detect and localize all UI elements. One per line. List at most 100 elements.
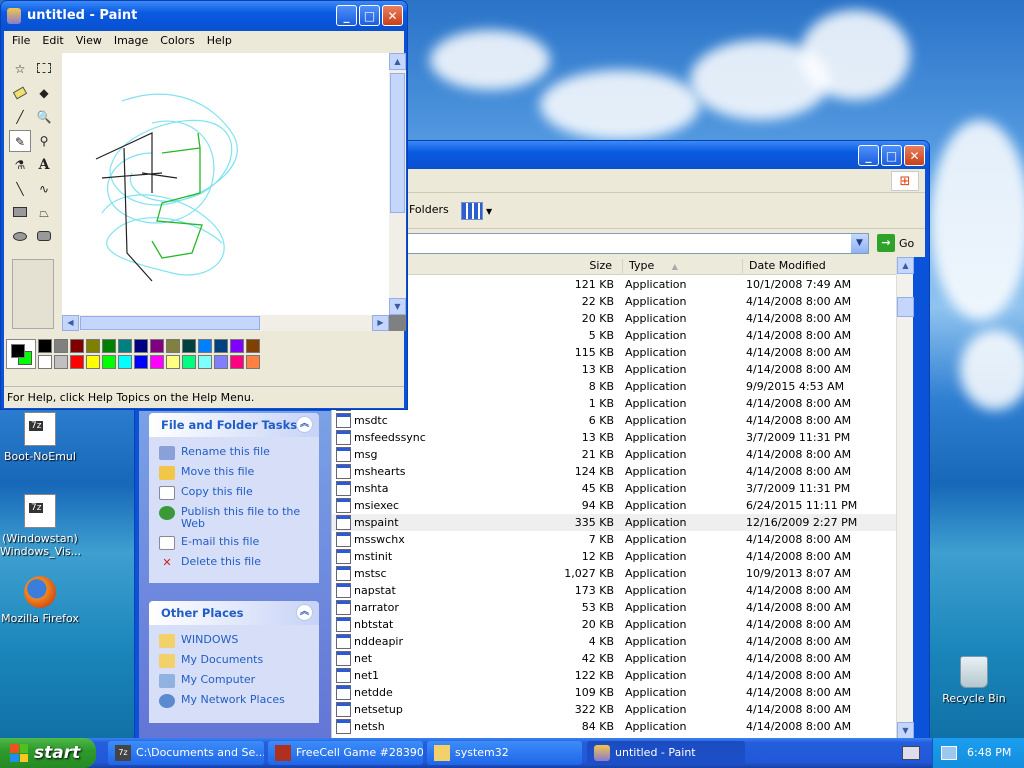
scroll-up-button[interactable]: ▲ — [389, 53, 406, 70]
color-swatch[interactable] — [198, 339, 212, 353]
color-swatch[interactable] — [198, 355, 212, 369]
color-swatch[interactable] — [214, 339, 228, 353]
column-date-modified[interactable]: Date Modified — [742, 259, 897, 273]
file-row[interactable]: 5 KB Application 4/14/2008 8:00 AM — [332, 327, 897, 344]
color-swatch[interactable] — [118, 339, 132, 353]
file-row[interactable]: 8 KB Application 9/9/2015 4:53 AM — [332, 378, 897, 395]
desktop-icon-recycle-bin[interactable]: Recycle Bin — [934, 656, 1014, 705]
tool-options-box[interactable] — [12, 259, 54, 329]
color-swatch[interactable] — [246, 339, 260, 353]
canvas-horizontal-scrollbar[interactable]: ◀ ▶ — [62, 315, 389, 331]
file-row[interactable]: mspaint 335 KB Application 12/16/2009 2:27 … — [332, 514, 897, 531]
file-row[interactable]: 121 KB Application 10/1/2008 7:49 AM — [332, 276, 897, 293]
file-row[interactable]: msfeedssync 13 KB Application 3/7/2009 11:3… — [332, 429, 897, 446]
scroll-right-button[interactable]: ▶ — [372, 315, 389, 331]
close-button[interactable]: ✕ — [382, 5, 403, 26]
column-size[interactable]: Size — [522, 259, 618, 273]
desktop-icon-windows-vista[interactable]: 7z (Windowstan) Windows_Vis... — [0, 494, 81, 558]
scroll-up-button[interactable]: ▲ — [897, 257, 914, 274]
file-row[interactable]: mstinit 12 KB Application 4/14/2008 8:00 AM — [332, 548, 897, 565]
maximize-button[interactable]: □ — [359, 5, 380, 26]
rectangle-tool-icon[interactable] — [9, 202, 31, 224]
airbrush-tool-icon[interactable]: ⚗ — [9, 154, 31, 176]
color-swatch[interactable] — [86, 355, 100, 369]
collapse-icon[interactable]: ︽ — [296, 416, 313, 433]
file-row[interactable]: netsh 84 KB Application 4/14/2008 8:00 AM — [332, 718, 897, 735]
task-rename[interactable]: Rename this file — [149, 443, 319, 463]
file-row[interactable]: napstat 173 KB Application 4/14/2008 8:00 A… — [332, 582, 897, 599]
canvas-vertical-scrollbar[interactable]: ▲ ▼ — [389, 53, 406, 315]
file-row[interactable]: narrator 53 KB Application 4/14/2008 8:00 A… — [332, 599, 897, 616]
network-tray-icon[interactable] — [941, 746, 957, 760]
file-row[interactable]: net 42 KB Application 4/14/2008 8:00 AM — [332, 650, 897, 667]
color-swatch[interactable] — [70, 355, 84, 369]
color-swatch[interactable] — [150, 339, 164, 353]
file-row[interactable]: mstsc 1,027 KB Application 10/9/2013 8:07 A… — [332, 565, 897, 582]
color-swatch[interactable] — [54, 355, 68, 369]
task-publish[interactable]: Publish this file to the Web — [149, 503, 319, 533]
file-row[interactable]: mshearts 124 KB Application 4/14/2008 8:00 … — [332, 463, 897, 480]
start-button[interactable]: start — [0, 738, 96, 768]
menu-image[interactable]: Image — [108, 31, 154, 51]
file-row[interactable]: netdde 109 KB Application 4/14/2008 8:00 AM — [332, 684, 897, 701]
color-swatch[interactable] — [182, 339, 196, 353]
paint-titlebar[interactable]: untitled - Paint _ □ ✕ — [1, 1, 407, 31]
file-row[interactable]: msg 21 KB Application 4/14/2008 8:00 AM — [332, 446, 897, 463]
rect-select-tool-icon[interactable] — [33, 58, 55, 80]
task-copy[interactable]: Copy this file — [149, 483, 319, 503]
color-swatch[interactable] — [230, 339, 244, 353]
color-swatch[interactable] — [102, 355, 116, 369]
menu-file[interactable]: File — [6, 31, 36, 51]
panel-header[interactable]: File and Folder Tasks ︽ — [149, 413, 319, 437]
free-select-tool-icon[interactable]: ☆ — [9, 58, 31, 80]
file-row[interactable]: msiexec 94 KB Application 6/24/2015 11:11 P… — [332, 497, 897, 514]
line-tool-icon[interactable]: ╲ — [9, 178, 31, 200]
folders-button[interactable]: Folders — [409, 203, 449, 216]
panel-header[interactable]: Other Places ︽ — [149, 601, 319, 625]
column-type[interactable]: Type ▲ — [622, 259, 740, 273]
desktop-icon-boot-noemul[interactable]: 7z Boot-NoEmul — [0, 412, 80, 463]
maximize-button[interactable]: □ — [881, 145, 902, 166]
color-swatch[interactable] — [102, 339, 116, 353]
polygon-tool-icon[interactable]: ⏢ — [33, 202, 55, 224]
place-my-network-places[interactable]: My Network Places — [149, 691, 319, 711]
task-email[interactable]: E-mail this file — [149, 533, 319, 553]
color-swatch[interactable] — [118, 355, 132, 369]
place-windows[interactable]: WINDOWS — [149, 631, 319, 651]
color-swatch[interactable] — [230, 355, 244, 369]
chevron-down-icon[interactable]: ▼ — [851, 234, 868, 253]
keyboard-tray-icon[interactable] — [902, 746, 920, 760]
scroll-thumb[interactable] — [390, 73, 405, 213]
magnifier-tool-icon[interactable]: 🔍 — [33, 106, 55, 128]
vertical-scrollbar[interactable]: ▲ ▼ — [896, 257, 914, 739]
scroll-thumb[interactable] — [897, 297, 914, 317]
task-move[interactable]: Move this file — [149, 463, 319, 483]
ellipse-tool-icon[interactable] — [9, 226, 31, 248]
scroll-down-button[interactable]: ▼ — [389, 298, 406, 315]
color-swatch[interactable] — [166, 355, 180, 369]
text-tool-icon[interactable]: A — [33, 154, 55, 176]
minimize-button[interactable]: _ — [858, 145, 879, 166]
taskbar-button-paint[interactable]: untitled - Paint — [587, 741, 745, 765]
file-row[interactable]: nddeapir 4 KB Application 4/14/2008 8:00 AM — [332, 633, 897, 650]
drawing-canvas[interactable] — [62, 53, 389, 315]
menu-colors[interactable]: Colors — [154, 31, 200, 51]
color-swatch[interactable] — [86, 339, 100, 353]
file-row[interactable]: 20 KB Application 4/14/2008 8:00 AM — [332, 310, 897, 327]
pencil-tool-icon[interactable]: ✎ — [9, 130, 31, 152]
brush-tool-icon[interactable]: ⚲ — [33, 130, 55, 152]
color-swatch[interactable] — [166, 339, 180, 353]
scroll-thumb[interactable] — [80, 316, 260, 330]
color-swatch[interactable] — [54, 339, 68, 353]
file-row[interactable]: mshta 45 KB Application 3/7/2009 11:31 PM — [332, 480, 897, 497]
menu-edit[interactable]: Edit — [36, 31, 69, 51]
menu-help[interactable]: Help — [201, 31, 238, 51]
file-row[interactable]: netsetup 322 KB Application 4/14/2008 8:00 … — [332, 701, 897, 718]
place-my-documents[interactable]: My Documents — [149, 651, 319, 671]
views-button[interactable]: ▼ — [461, 200, 495, 222]
minimize-button[interactable]: _ — [336, 5, 357, 26]
color-swatch[interactable] — [70, 339, 84, 353]
taskbar-button-cmd[interactable]: 7z C:\Documents and Se... — [108, 741, 264, 765]
file-row[interactable]: nbtstat 20 KB Application 4/14/2008 8:00 AM — [332, 616, 897, 633]
color-swatch[interactable] — [182, 355, 196, 369]
